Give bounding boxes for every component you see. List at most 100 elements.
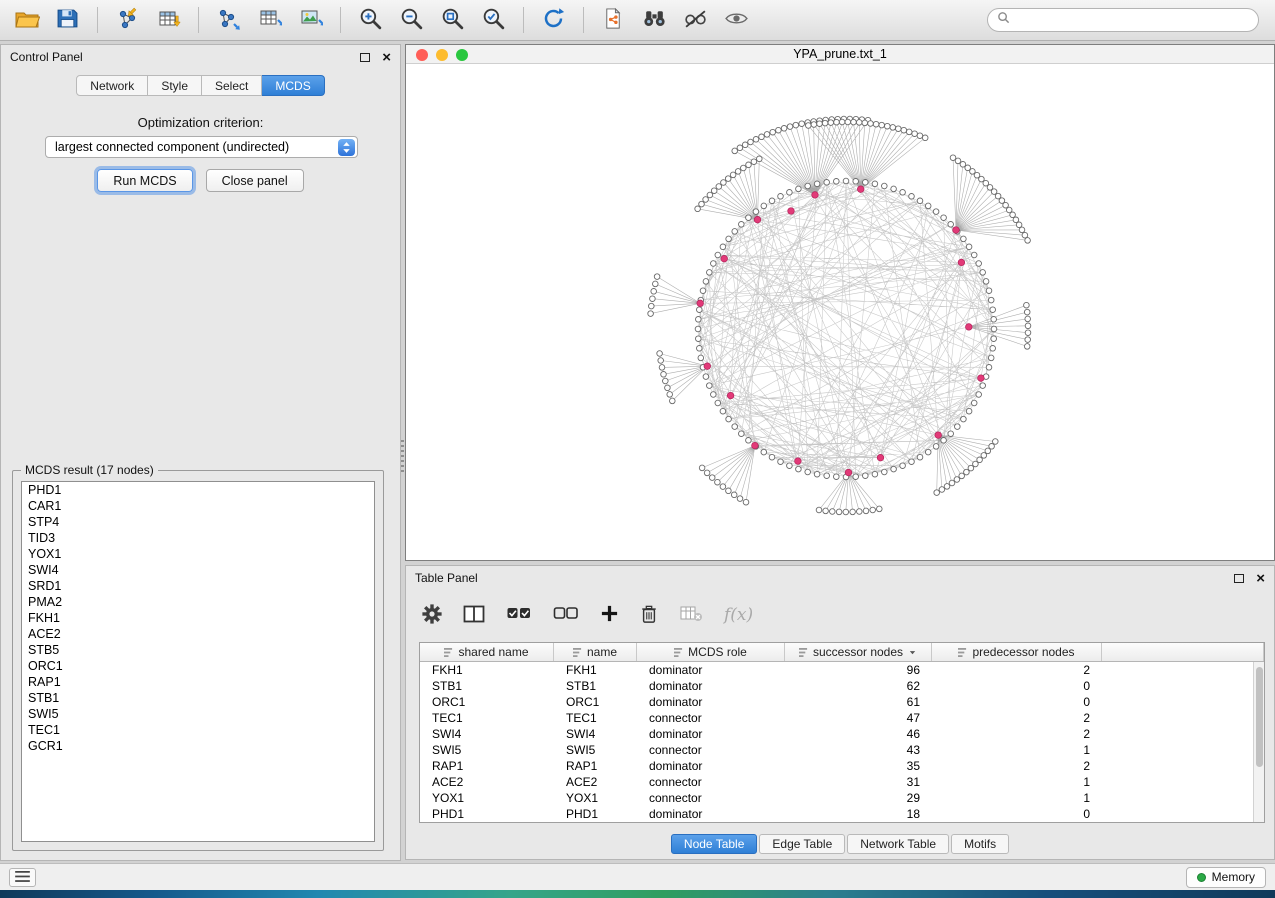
tab-mcds[interactable]: MCDS <box>262 75 324 96</box>
zoom-window-button[interactable] <box>456 49 468 61</box>
column-header-name[interactable]: name <box>554 643 637 661</box>
panel-splitter-handle[interactable] <box>401 440 404 474</box>
glasses-slash-icon <box>683 6 708 34</box>
mcds-result-item[interactable]: YOX1 <box>22 546 374 562</box>
function-builder-button[interactable]: f(x) <box>724 605 753 625</box>
tab-edge-table[interactable]: Edge Table <box>759 834 845 854</box>
table-cell: YOX1 <box>554 791 637 805</box>
menu-button[interactable] <box>9 868 36 887</box>
table-cell: TEC1 <box>420 711 554 725</box>
network-window-title: YPA_prune.txt_1 <box>793 47 887 61</box>
table-cell: 35 <box>785 759 932 773</box>
memory-button[interactable]: Memory <box>1186 867 1266 888</box>
mcds-result-item[interactable]: PHD1 <box>22 482 374 498</box>
show-columns-button[interactable] <box>463 605 485 626</box>
mcds-result-item[interactable]: CAR1 <box>22 498 374 514</box>
mcds-result-item[interactable]: TEC1 <box>22 722 374 738</box>
session-share-button[interactable] <box>595 4 632 36</box>
optimization-dropdown[interactable]: largest connected component (undirected) <box>45 136 358 158</box>
column-header-shared-name[interactable]: shared name <box>420 643 554 661</box>
mcds-result-item[interactable]: FKH1 <box>22 610 374 626</box>
mcds-result-item[interactable]: GCR1 <box>22 738 374 754</box>
tab-network[interactable]: Network <box>76 75 148 96</box>
float-panel-icon[interactable] <box>360 53 370 62</box>
close-panel-button[interactable]: Close panel <box>206 169 304 192</box>
import-table-button[interactable] <box>150 4 187 36</box>
close-window-button[interactable] <box>416 49 428 61</box>
table-row[interactable]: SWI5SWI5connector431 <box>420 742 1264 758</box>
table-cell: SWI5 <box>420 743 554 757</box>
column-header-MCDS-role[interactable]: MCDS role <box>637 643 785 661</box>
hide-graphics-details-button[interactable] <box>677 4 714 36</box>
mcds-result-item[interactable]: SWI4 <box>22 562 374 578</box>
close-panel-icon[interactable]: × <box>1256 571 1265 586</box>
zoom-in-button[interactable] <box>352 4 389 36</box>
show-graphics-details-button[interactable] <box>718 4 755 36</box>
table-row[interactable]: ACE2ACE2connector311 <box>420 774 1264 790</box>
mcds-result-item[interactable]: PMA2 <box>22 594 374 610</box>
zoom-fit-button[interactable] <box>434 4 471 36</box>
minimize-window-button[interactable] <box>436 49 448 61</box>
table-row[interactable]: STB1STB1dominator620 <box>420 678 1264 694</box>
tab-motifs[interactable]: Motifs <box>951 834 1009 854</box>
mcds-result-item[interactable]: SRD1 <box>22 578 374 594</box>
document-share-icon <box>602 7 625 33</box>
tab-style[interactable]: Style <box>148 75 202 96</box>
table-cell: TEC1 <box>554 711 637 725</box>
mcds-result-item[interactable]: STB5 <box>22 642 374 658</box>
mcds-result-item[interactable]: ORC1 <box>22 658 374 674</box>
mcds-result-item[interactable]: RAP1 <box>22 674 374 690</box>
select-all-columns-button[interactable] <box>506 605 532 626</box>
import-table-icon <box>157 7 181 34</box>
table-cell: 1 <box>932 743 1102 757</box>
table-row[interactable]: TEC1TEC1connector472 <box>420 710 1264 726</box>
close-panel-icon[interactable]: × <box>382 50 391 65</box>
mcds-result-item[interactable]: ACE2 <box>22 626 374 642</box>
delete-table-button[interactable] <box>679 604 703 627</box>
scrollbar-thumb[interactable] <box>1256 667 1263 767</box>
open-file-button[interactable] <box>8 4 45 36</box>
mcds-result-item[interactable]: STB1 <box>22 690 374 706</box>
save-session-button[interactable] <box>49 4 86 36</box>
hamburger-icon <box>15 870 30 885</box>
export-network-button[interactable] <box>210 4 247 36</box>
import-network-icon <box>116 7 140 34</box>
run-mcds-button[interactable]: Run MCDS <box>97 169 192 192</box>
network-canvas[interactable] <box>406 64 1274 560</box>
column-header-predecessor-nodes[interactable]: predecessor nodes <box>932 643 1102 661</box>
export-table-button[interactable] <box>251 4 288 36</box>
float-panel-icon[interactable] <box>1234 574 1244 583</box>
export-image-button[interactable] <box>292 4 329 36</box>
create-column-button[interactable] <box>600 604 619 626</box>
trash-icon <box>640 604 658 627</box>
table-settings-button[interactable] <box>422 604 442 627</box>
status-bar: Memory <box>0 863 1275 890</box>
tab-select[interactable]: Select <box>202 75 262 96</box>
table-row[interactable]: ORC1ORC1dominator610 <box>420 694 1264 710</box>
column-header-successor-nodes[interactable]: successor nodes <box>785 643 932 661</box>
table-row[interactable]: SWI4SWI4dominator462 <box>420 726 1264 742</box>
fx-icon: f(x) <box>724 605 753 625</box>
table-row[interactable]: PHD1PHD1dominator180 <box>420 806 1264 822</box>
import-network-button[interactable] <box>109 4 146 36</box>
zoom-out-button[interactable] <box>393 4 430 36</box>
delete-column-button[interactable] <box>640 604 658 627</box>
search-input[interactable] <box>1016 13 1249 27</box>
search-network-button[interactable] <box>636 4 673 36</box>
mcds-result-item[interactable]: TID3 <box>22 530 374 546</box>
tab-network-table[interactable]: Network Table <box>847 834 949 854</box>
mcds-result-item[interactable]: SWI5 <box>22 706 374 722</box>
desktop-wallpaper <box>0 890 1275 898</box>
deselect-all-columns-button[interactable] <box>553 605 579 626</box>
table-row[interactable]: YOX1YOX1connector291 <box>420 790 1264 806</box>
mcds-result-item[interactable]: STP4 <box>22 514 374 530</box>
export-table-icon <box>258 7 282 34</box>
refresh-button[interactable] <box>535 4 572 36</box>
table-cell: 46 <box>785 727 932 741</box>
zoom-selected-button[interactable] <box>475 4 512 36</box>
control-panel-titlebar: Control Panel × <box>1 45 400 69</box>
table-row[interactable]: FKH1FKH1dominator962 <box>420 662 1264 678</box>
table-row[interactable]: RAP1RAP1dominator352 <box>420 758 1264 774</box>
tab-node-table[interactable]: Node Table <box>671 834 758 854</box>
table-scrollbar[interactable] <box>1253 662 1264 822</box>
